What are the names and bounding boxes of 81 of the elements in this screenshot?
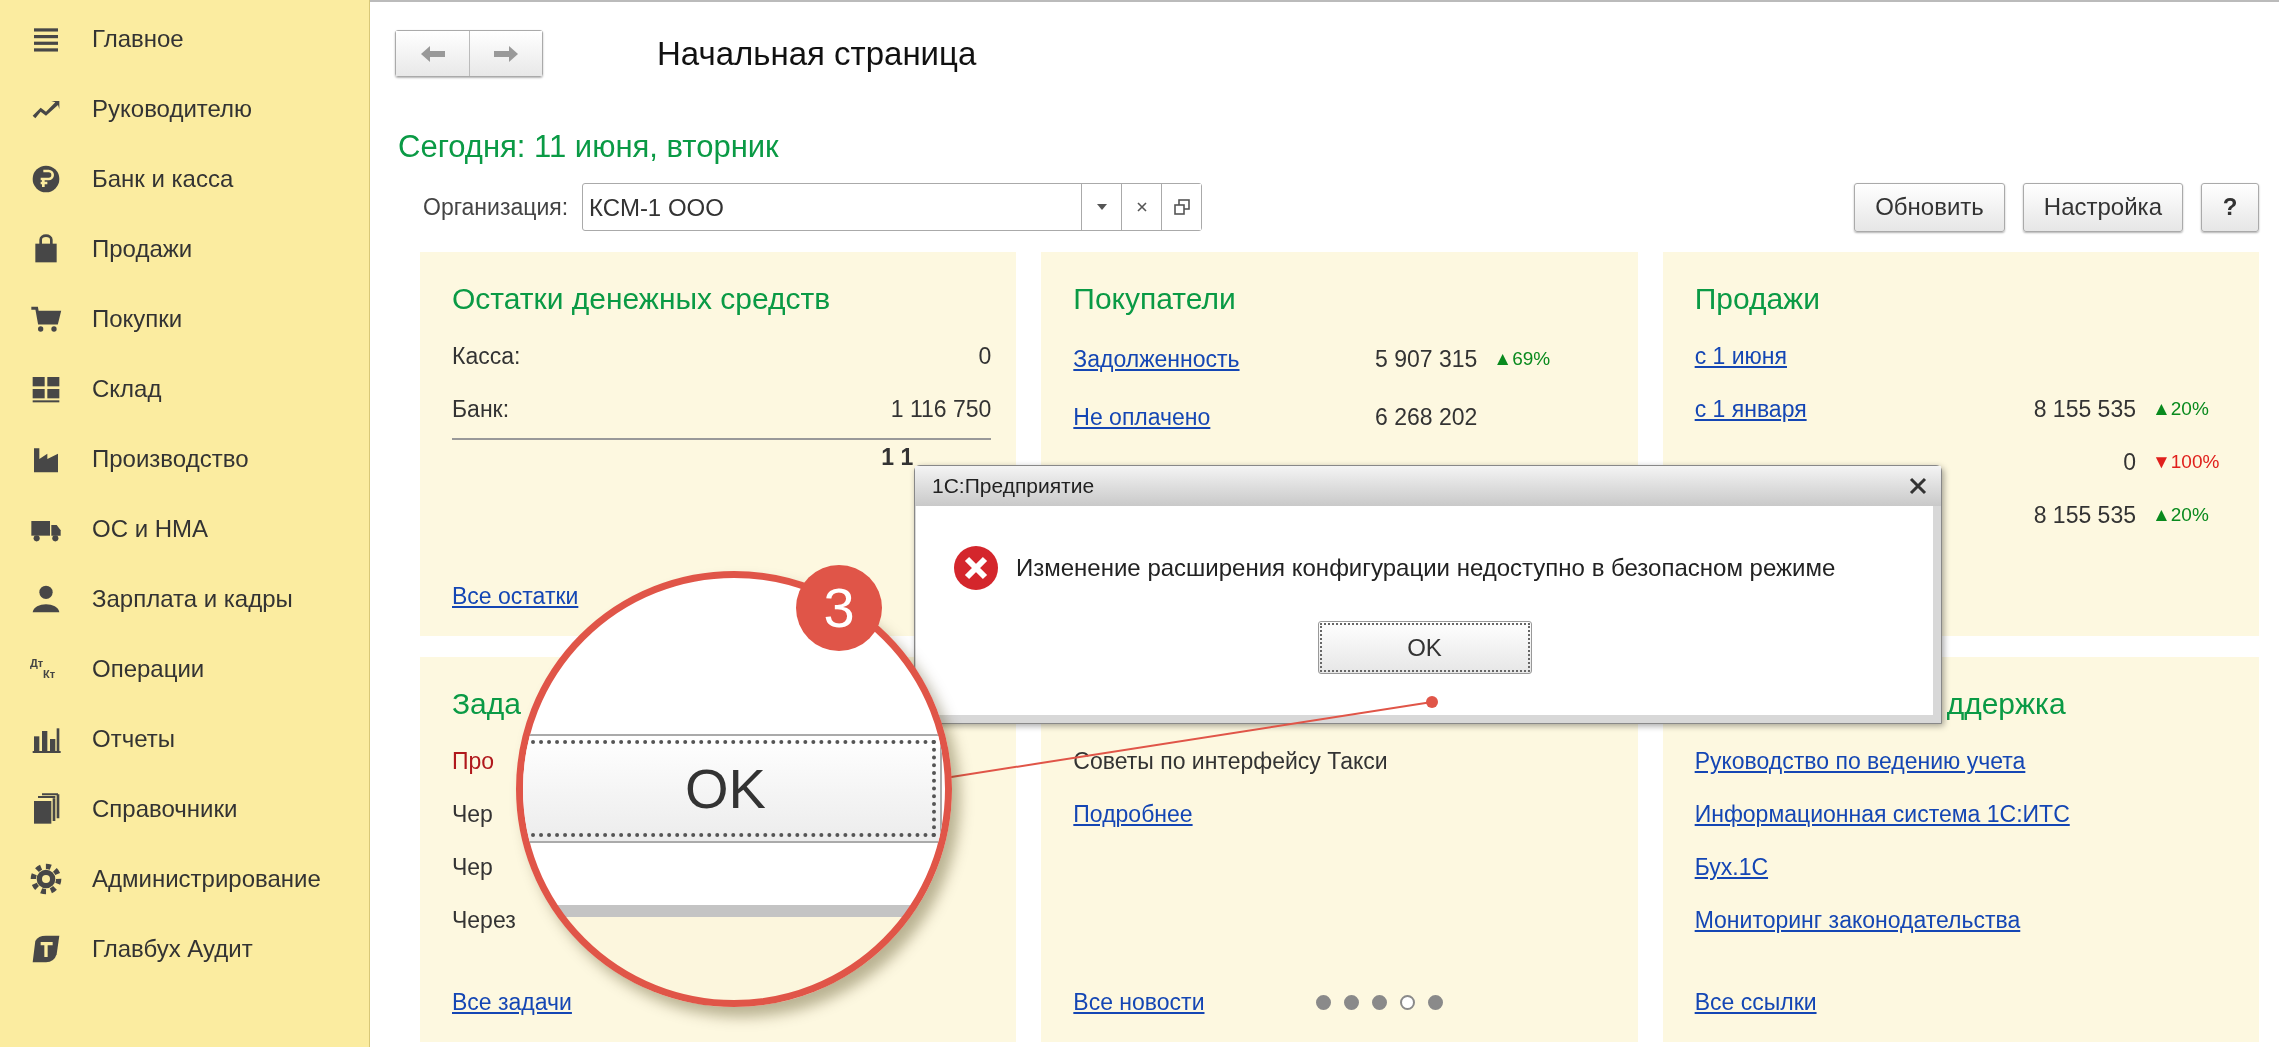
- balance-label: Банк:: [452, 395, 510, 425]
- card-link[interactable]: Руководство по ведению учета: [1694, 744, 2026, 779]
- change-indicator: ▲69%: [1493, 346, 1552, 371]
- card-title: Остатки денежных средств: [452, 281, 832, 317]
- right-arrow-icon: [493, 44, 519, 63]
- pager-dot[interactable]: [1400, 994, 1416, 1010]
- caret-icon: [1096, 204, 1107, 210]
- card-title: Продажи: [1694, 281, 1821, 317]
- refresh-button[interactable]: Обновить: [1854, 182, 2005, 232]
- logo-icon: [30, 933, 62, 965]
- coin-icon: [30, 163, 62, 195]
- dialog-message: Изменение расширения конфигурации недоступно в безопасном режиме: [1016, 553, 1836, 583]
- card-link[interactable]: Бух.1С: [1694, 850, 1769, 885]
- gear-icon: [30, 863, 62, 895]
- card-title: Покупатели: [1073, 281, 1237, 317]
- metric-link[interactable]: с 1 июня: [1694, 339, 1996, 374]
- item-text: Чер: [452, 800, 493, 830]
- metric-link[interactable]: с 1 января: [1694, 392, 1996, 427]
- balance-label: Касса:: [452, 342, 521, 372]
- sidebar-item[interactable]: Дт Кт Операции: [0, 634, 369, 704]
- settings-button[interactable]: Настройка: [2022, 182, 2183, 232]
- close-icon: [1136, 202, 1147, 212]
- back-button[interactable]: [396, 31, 469, 76]
- card-link[interactable]: Информационная система 1С:ИТС: [1694, 797, 2070, 832]
- organization-label: Организация:: [423, 192, 569, 222]
- sidebar-item[interactable]: Администрирование: [0, 844, 369, 914]
- sidebar-item[interactable]: Покупки: [0, 284, 369, 354]
- sidebar-item[interactable]: Руководителю: [0, 74, 369, 144]
- windows-icon: [1173, 199, 1190, 215]
- sidebar-item[interactable]: Главное: [0, 4, 369, 74]
- help-button[interactable]: ?: [2201, 182, 2259, 232]
- card-link[interactable]: Мониторинг законодательства: [1694, 903, 2021, 938]
- sidebar-item[interactable]: Банк и касса: [0, 144, 369, 214]
- card-title: ддержка: [1945, 686, 2067, 722]
- pager-dot[interactable]: [1344, 994, 1360, 1010]
- pager-dot[interactable]: [1316, 994, 1332, 1010]
- metric-value: 6 268 202: [1374, 402, 1478, 432]
- sidebar-item[interactable]: ОС и НМА: [0, 494, 369, 564]
- error-icon: [953, 545, 999, 591]
- metric-link[interactable]: Задолженность: [1073, 341, 1361, 377]
- change-indicator: ▲20%: [2152, 397, 2210, 422]
- metric-value: 5 907 315: [1374, 344, 1478, 374]
- organization-field[interactable]: КСМ-1 ООО: [582, 183, 1203, 231]
- metric-value: 8 155 535: [2032, 395, 2136, 425]
- person-icon: [30, 583, 62, 615]
- item-text: Советы по интерфейсу Такси: [1073, 747, 1388, 777]
- zoomed-ok-label: OK: [523, 734, 942, 843]
- sidebar-item[interactable]: Производство: [0, 424, 369, 494]
- change-indicator: ▼100%: [2152, 450, 2221, 475]
- debit-credit-icon: Дт Кт: [30, 653, 62, 685]
- close-icon: [1909, 477, 1927, 495]
- item-text: Чер: [452, 853, 493, 883]
- page-title: Начальная страница: [657, 33, 977, 74]
- pager-dot[interactable]: [1428, 994, 1444, 1010]
- sidebar-item[interactable]: Справочники: [0, 774, 369, 844]
- today-heading: Сегодня: 11 июня, вторник: [398, 129, 780, 165]
- forward-button[interactable]: [469, 31, 542, 76]
- ok-button[interactable]: OK: [1317, 621, 1532, 674]
- card-link[interactable]: Подробнее: [1073, 797, 1193, 832]
- sidebar-item[interactable]: Главбух Аудит: [0, 914, 369, 984]
- sidebar-item[interactable]: Зарплата и кадры: [0, 564, 369, 634]
- change-indicator: ▲20%: [2152, 503, 2210, 528]
- metric-value: 0: [2122, 448, 2136, 478]
- left-arrow-icon: [419, 44, 446, 63]
- all-link[interactable]: Все новости: [1073, 984, 1205, 1020]
- metric-link[interactable]: Не оплачено: [1073, 399, 1361, 435]
- balance-value: 1 116 750: [890, 395, 992, 425]
- all-link[interactable]: Все ссылки: [1694, 984, 1817, 1020]
- sidebar-item[interactable]: Продажи: [0, 214, 369, 284]
- card-title: Зада: [452, 686, 522, 722]
- metric-value: 8 155 535: [2032, 501, 2136, 531]
- pager-dot[interactable]: [1372, 994, 1388, 1010]
- sidebar-item[interactable]: Склад: [0, 354, 369, 424]
- close-button[interactable]: [1909, 477, 1927, 495]
- item-text: Через: [452, 906, 516, 936]
- sidebar-item[interactable]: Отчеты: [0, 704, 369, 774]
- balance-value: 0: [978, 342, 992, 372]
- task-text: Про: [452, 747, 495, 777]
- open-button[interactable]: [1161, 184, 1202, 230]
- total-value: 1 1: [881, 442, 914, 472]
- dialog-title: 1С:Предприятие: [932, 473, 1095, 500]
